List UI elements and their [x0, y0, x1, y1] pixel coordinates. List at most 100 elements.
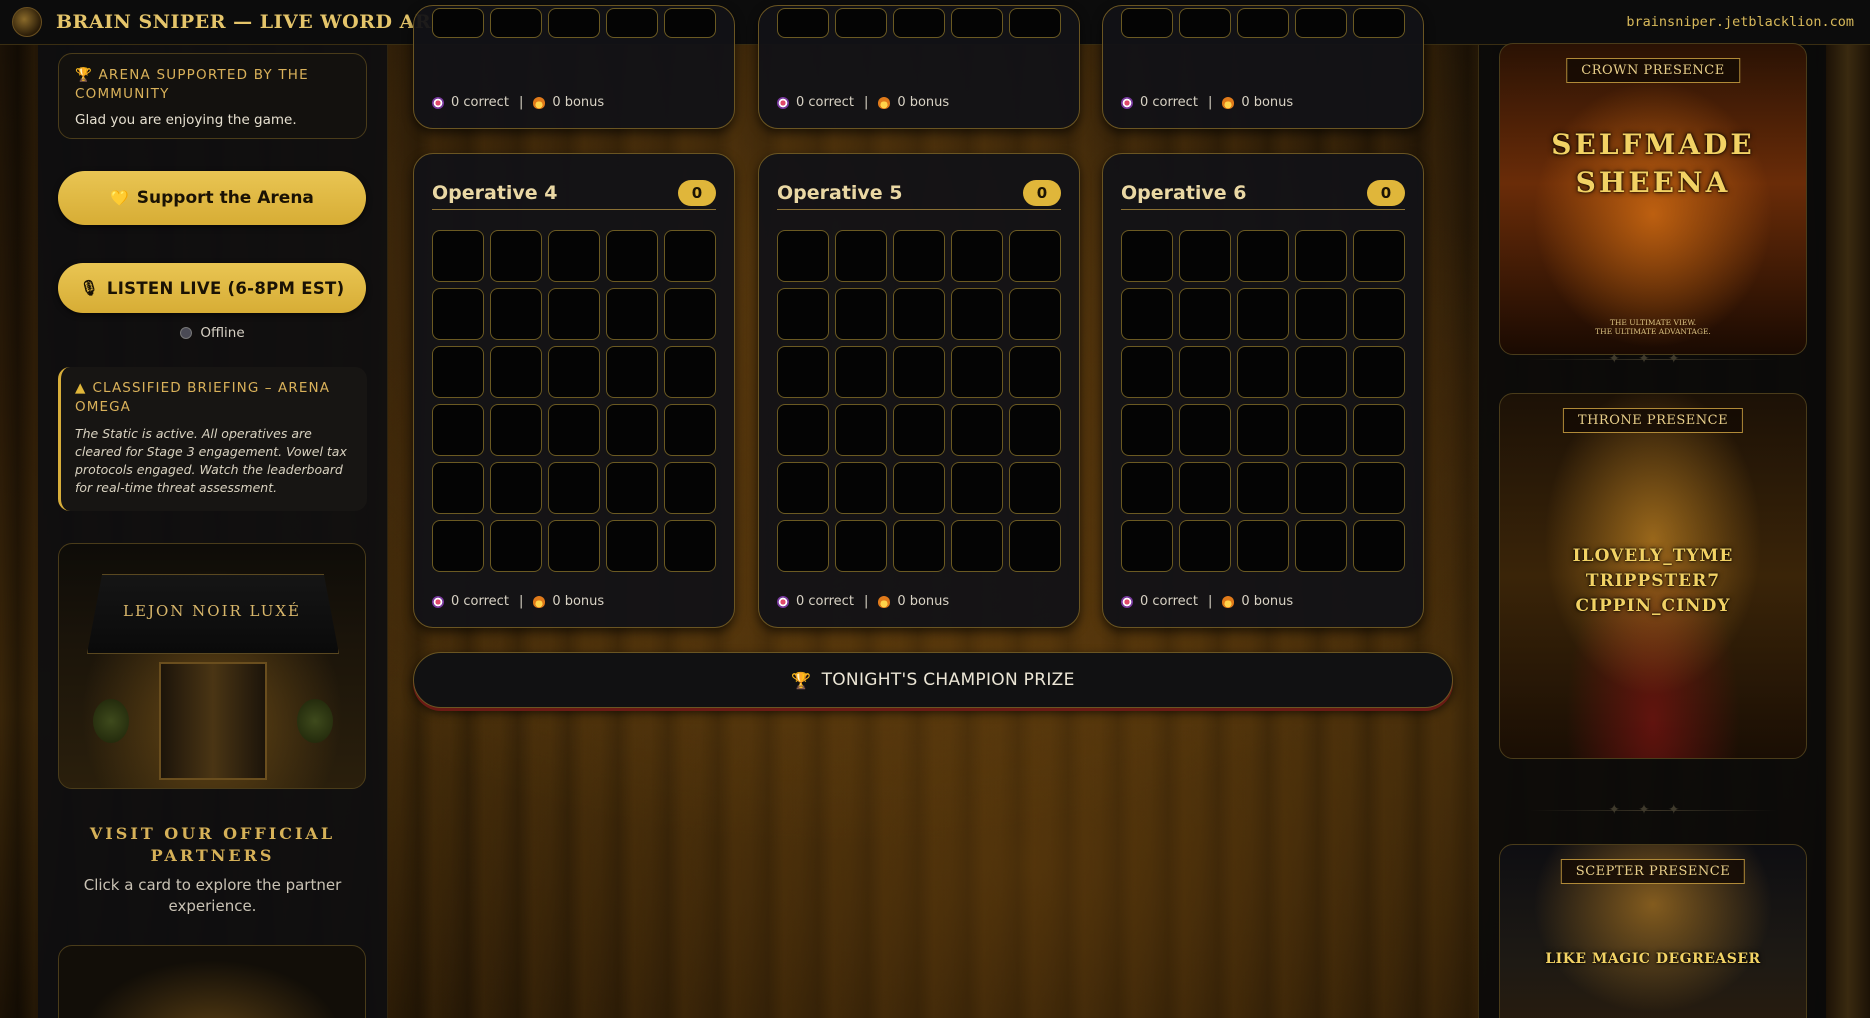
plant-left: [93, 699, 129, 743]
operative-score-badge: 0: [1023, 179, 1061, 206]
grid-cell: [777, 520, 829, 572]
grid-cell: [777, 288, 829, 340]
community-support-card: 🏆 ARENA SUPPORTED BY THE COMMUNITY Glad …: [58, 53, 367, 139]
champion-prize-bar[interactable]: 🏆 TONIGHT'S CHAMPION PRIZE: [413, 652, 1453, 708]
operative-stats: 0 correct | 0 bonus: [432, 95, 604, 110]
throne-presence-names: ILOVELY_TYME TRIPPSTER7 CIPPIN_CINDY: [1500, 544, 1806, 619]
plant-right: [297, 699, 333, 743]
grid-cell: [951, 288, 1003, 340]
fire-icon: [1222, 96, 1235, 109]
support-arena-button[interactable]: 💛 Support the Arena: [58, 171, 366, 225]
grid-cell: [432, 230, 484, 282]
grid-cell: [490, 462, 542, 514]
grid-cell: [432, 8, 484, 38]
grid-cell: [835, 462, 887, 514]
grid-cell: [951, 346, 1003, 398]
operative-card-5: Operative 5 0 0 correct | 0 bonus: [758, 153, 1080, 628]
listen-live-label: LISTEN LIVE (6-8PM EST): [106, 278, 345, 298]
grid-cell: [1179, 8, 1231, 38]
operative-stats: 0 correct | 0 bonus: [1121, 95, 1293, 110]
target-icon: [1121, 96, 1133, 109]
grid-cell: [951, 462, 1003, 514]
scepter-presence-card[interactable]: SCEPTER PRESENCE LIKE MAGIC DEGREASER: [1499, 844, 1807, 1018]
throne-presence-card[interactable]: THRONE PRESENCE ILOVELY_TYME TRIPPSTER7 …: [1499, 393, 1807, 759]
grid-cell: [893, 346, 945, 398]
grid-cell: [1353, 230, 1405, 282]
grid-cell: [548, 520, 600, 572]
operative-card-1: 0 correct | 0 bonus: [413, 5, 735, 129]
operative-card-4: Operative 4 0 0 correct | 0 bonus: [413, 153, 735, 628]
live-status: Offline: [58, 325, 367, 341]
grid-cell: [1295, 520, 1347, 572]
grid-cell: [1009, 8, 1061, 38]
lejon-noir-partner-card[interactable]: LEJON NOIR LUXÉ: [58, 543, 366, 789]
grid-cell: [548, 346, 600, 398]
grid-cell: [1179, 346, 1231, 398]
operative-header: Operative 5 0: [777, 176, 1061, 210]
grid-cell: [835, 404, 887, 456]
grid-cell: [835, 520, 887, 572]
grid-cell: [951, 8, 1003, 38]
grid-cell: [664, 288, 716, 340]
bonus-count: 0 bonus: [1241, 95, 1294, 110]
letter-grid: [777, 8, 1061, 38]
grid-cell: [1295, 8, 1347, 38]
grid-cell: [1237, 288, 1289, 340]
grid-cell: [490, 404, 542, 456]
operative-stats: 0 correct | 0 bonus: [777, 95, 949, 110]
crown-presence-card[interactable]: CROWN PRESENCE SELFMADE SHEENA THE ULTIM…: [1499, 43, 1807, 355]
scepter-presence-names: LIKE MAGIC DEGREASER: [1500, 951, 1806, 967]
grid-cell: [1295, 346, 1347, 398]
grid-cell: [1121, 346, 1173, 398]
listen-live-button[interactable]: 🎙 LISTEN LIVE (6-8PM EST): [58, 263, 366, 313]
grid-cell: [1353, 404, 1405, 456]
correct-count: 0 correct: [796, 594, 854, 609]
briefing-heading-text: CLASSIFIED BRIEFING – ARENA OMEGA: [75, 380, 331, 415]
sponsor-name: SELFMADE: [1551, 128, 1755, 161]
grid-cell: [1237, 8, 1289, 38]
grid-cell: [893, 462, 945, 514]
grid-cell: [1295, 230, 1347, 282]
operative-name: Operative 6: [1121, 181, 1247, 204]
crown-presence-ribbon: CROWN PRESENCE: [1566, 58, 1740, 83]
operative-stats: 0 correct | 0 bonus: [1121, 594, 1293, 609]
operative-card-3: 0 correct | 0 bonus: [1102, 5, 1424, 129]
grid-cell: [893, 230, 945, 282]
crown-presence-names: SELFMADE SHEENA: [1500, 126, 1806, 202]
grid-cell: [1009, 404, 1061, 456]
grid-cell: [490, 346, 542, 398]
fire-icon: [533, 96, 546, 109]
grid-cell: [606, 230, 658, 282]
grid-cell: [835, 230, 887, 282]
grid-cell: [548, 288, 600, 340]
microphone-icon: 🎙: [79, 279, 99, 297]
grid-cell: [1009, 230, 1061, 282]
warning-icon: ▲: [75, 380, 87, 396]
grid-cell: [777, 462, 829, 514]
grid-cell: [835, 346, 887, 398]
classified-briefing: ▲ CLASSIFIED BRIEFING – ARENA OMEGA The S…: [58, 367, 367, 511]
grid-cell: [1179, 462, 1231, 514]
grid-cell: [1237, 520, 1289, 572]
storefront-doors: [159, 662, 267, 780]
sponsor-name: TRIPPSTER7: [1585, 571, 1721, 591]
partner-card[interactable]: [58, 945, 366, 1018]
bonus-count: 0 bonus: [1241, 594, 1294, 609]
grid-cell: [490, 288, 542, 340]
grid-cell: [606, 288, 658, 340]
target-icon: [777, 595, 789, 608]
grid-cell: [777, 346, 829, 398]
fire-icon: [878, 595, 891, 608]
grid-cell: [606, 462, 658, 514]
grid-cell: [1237, 404, 1289, 456]
grid-cell: [1179, 288, 1231, 340]
grid-cell: [1009, 520, 1061, 572]
briefing-body: The Static is active. All operatives are…: [75, 426, 347, 495]
site-domain[interactable]: brainsniper.jetblacklion.com: [1626, 14, 1854, 30]
grid-cell: [777, 404, 829, 456]
grid-cell: [1121, 230, 1173, 282]
grid-cell: [1121, 520, 1173, 572]
grid-cell: [664, 8, 716, 38]
grid-cell: [1237, 462, 1289, 514]
target-icon: [777, 96, 789, 109]
